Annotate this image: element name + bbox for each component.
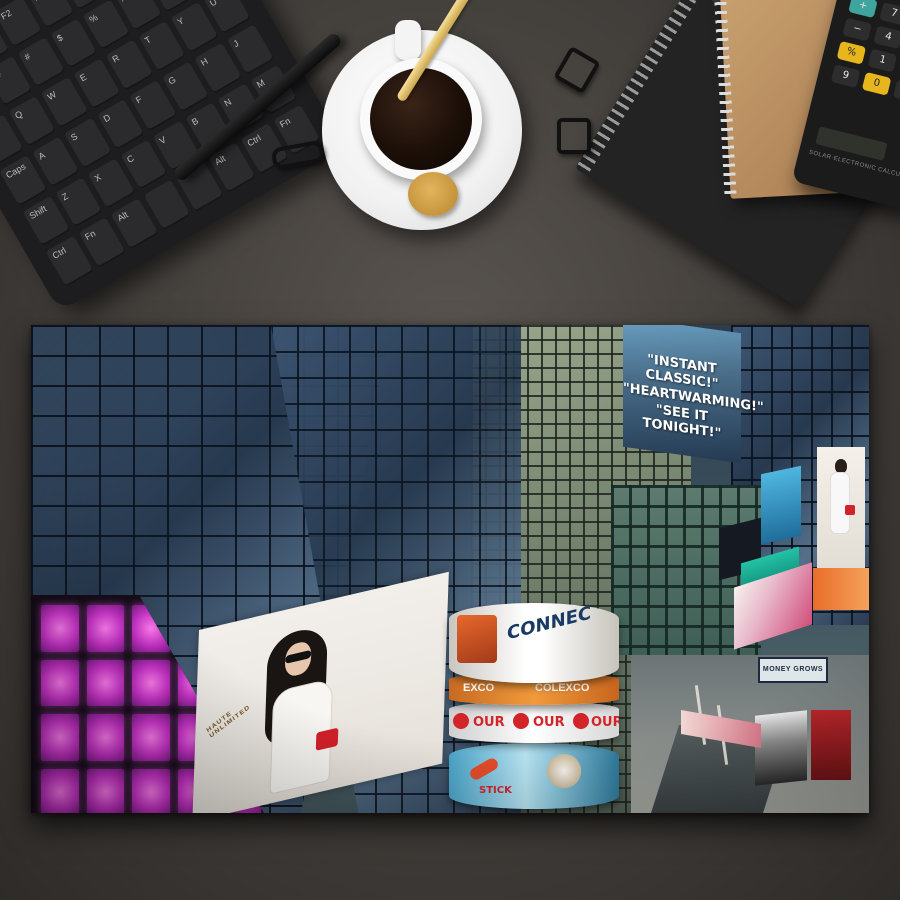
our-label: OUR: [533, 715, 565, 730]
led-tile: [86, 659, 125, 706]
calculator-brand: SOLAR·ELECTRONIC CALCULATOR: [808, 149, 900, 184]
led-tile: [86, 605, 125, 652]
our-label: OUR: [591, 715, 619, 730]
led-tile: [86, 714, 125, 761]
led-tile: [41, 605, 79, 652]
cylindrical-ad-tower: STICK OUR OUR OUR EXCO COLEXCO CONNEC: [449, 593, 619, 813]
ad-band-stick: STICK: [449, 743, 619, 809]
red-dot-icon: [513, 713, 529, 729]
led-tile: [41, 659, 79, 706]
tv-icon: [457, 615, 497, 663]
ad-band-connect: CONNEC: [449, 603, 619, 683]
billboard-movie: [755, 710, 807, 786]
calculator-key: 9: [830, 64, 861, 88]
binder-clip: [553, 45, 601, 95]
colexco-label: COLEXCO: [535, 682, 590, 694]
calculator-key: −: [842, 17, 872, 42]
led-tile: [132, 768, 170, 813]
our-label: OUR: [473, 715, 505, 730]
billboard-red: [811, 710, 851, 780]
coffee: [370, 68, 472, 170]
model-red-bag: [315, 727, 339, 751]
led-tile: [41, 768, 79, 813]
ad-model: [544, 751, 584, 791]
keyboard-keys: EscF1F2F3F4F5F6F7!@#$%^&*TabQWERTYUCapsA…: [0, 0, 321, 288]
calculator-key: 0: [861, 71, 892, 96]
city-poster: "INSTANT CLASSIC!" "HEARTWARMING!" "SEE …: [31, 325, 869, 813]
model-bag: [845, 505, 855, 515]
cup-handle: [395, 20, 421, 60]
binder-clip: [557, 118, 591, 154]
red-dot-icon: [453, 713, 469, 729]
calculator-key: 1: [867, 48, 898, 73]
exco-label: EXCO: [463, 682, 495, 694]
billboard-reviews: "INSTANT CLASSIC!" "HEARTWARMING!" "SEE …: [623, 325, 764, 464]
model-coat: [831, 473, 849, 533]
led-tile: [41, 714, 79, 761]
calculator-key: 7: [879, 2, 900, 26]
led-tile: [132, 659, 170, 706]
cookie: [408, 172, 458, 216]
billboard-fashion-right: [817, 447, 865, 572]
red-dot-icon: [573, 713, 589, 729]
billboard-blue: [761, 465, 801, 545]
model-head: [835, 459, 847, 473]
led-tile: [132, 714, 170, 761]
connect-label: CONNEC: [507, 603, 592, 645]
surfboard: [468, 756, 500, 782]
ad-band-our: OUR OUR OUR: [449, 701, 619, 743]
stick-label: STICK: [479, 785, 512, 796]
calculator-keys: +78−45%1290.: [830, 0, 900, 104]
calculator-key: 4: [873, 25, 900, 50]
led-tile: [86, 768, 125, 813]
billboard-money-grows: MONEY GROWS: [758, 657, 828, 683]
calculator-key: .: [892, 79, 900, 104]
calculator-key: %: [836, 40, 867, 65]
calculator-key: +: [848, 0, 878, 19]
billboard-orange: [813, 568, 869, 610]
